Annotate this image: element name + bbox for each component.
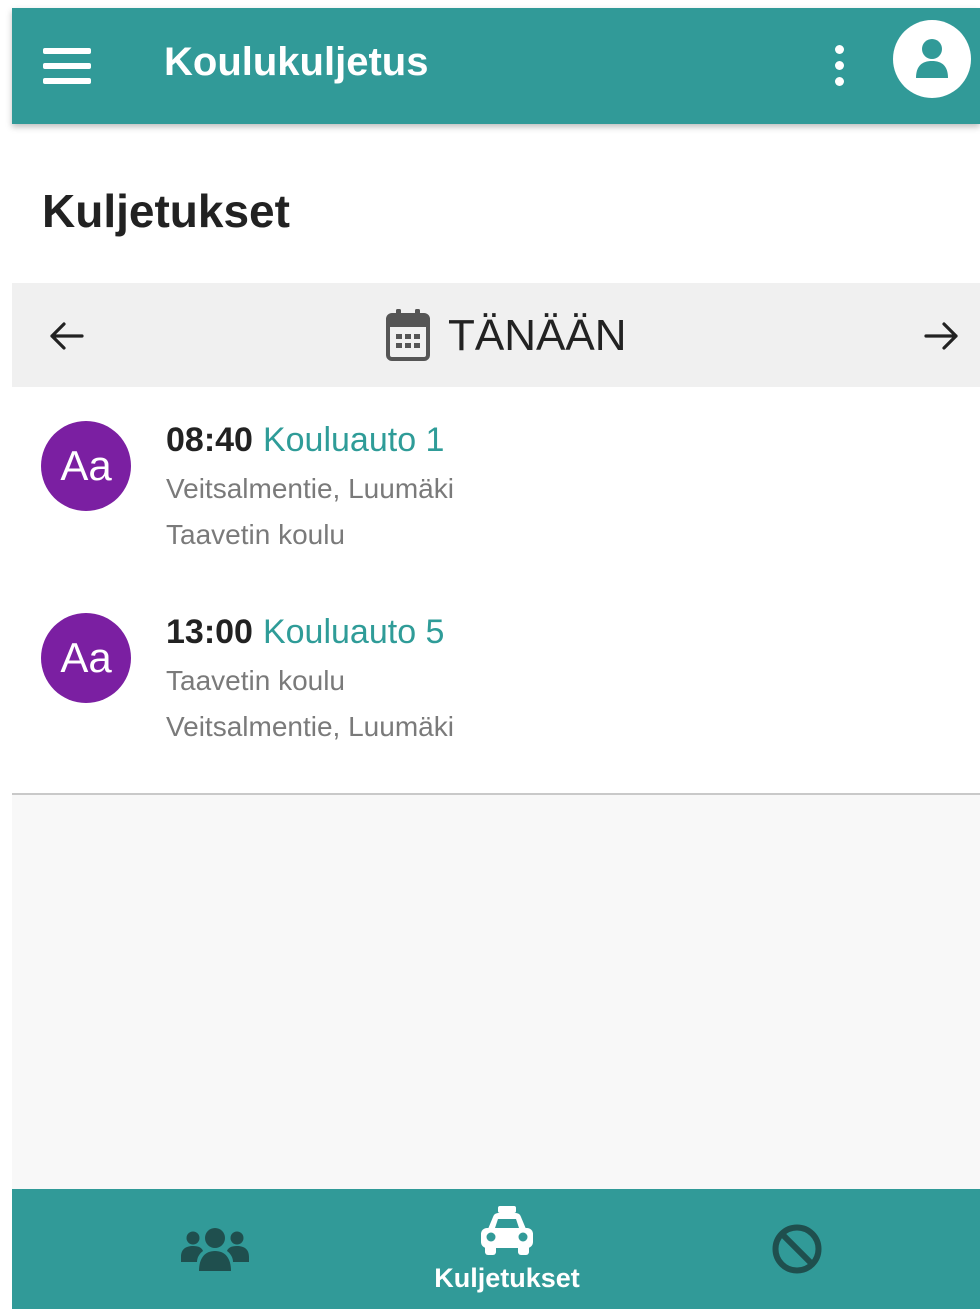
left-margin <box>0 0 12 1309</box>
trip-avatar: Aa <box>41 613 131 703</box>
trip-header: 13:00 Kouluauto 5 <box>166 610 444 661</box>
app-title: Koulukuljetus <box>164 40 429 84</box>
nav-item-label: Kuljetukset <box>434 1263 580 1293</box>
calendar-icon <box>386 309 430 361</box>
trip-vehicle: Kouluauto 5 <box>262 613 445 651</box>
trip-from: Taavetin koulu <box>166 665 346 696</box>
top-margin <box>0 0 980 8</box>
nav-item-cancel[interactable] <box>752 1189 842 1309</box>
trip-list-item[interactable]: Aa 13:00 Kouluauto 5 Taavetin koulu Veits… <box>12 606 980 786</box>
app-screen: Koulukuljetus Kuljetukset TÄNÄÄN Aa 08:4… <box>0 0 980 1309</box>
trip-to: Taavetin koulu <box>166 519 346 550</box>
page-title: Kuljetukset <box>42 185 290 237</box>
trip-from: Veitsalmentie, Luumäki <box>166 473 454 504</box>
trip-vehicle: Kouluauto 1 <box>262 421 445 459</box>
bottom-navigation: Kuljetukset <box>12 1189 980 1309</box>
trip-avatar: Aa <box>41 421 131 511</box>
menu-icon[interactable] <box>43 46 91 86</box>
nav-item-users[interactable] <box>162 1189 272 1309</box>
car-icon <box>481 1206 533 1255</box>
ban-icon <box>772 1224 822 1274</box>
users-icon <box>181 1228 249 1271</box>
date-navigator: TÄNÄÄN <box>12 283 980 387</box>
main-content: Kuljetukset TÄNÄÄN Aa 08:40 Kouluauto 1 … <box>12 124 980 795</box>
app-bar: Koulukuljetus <box>12 8 980 124</box>
more-vertical-icon[interactable] <box>830 44 850 88</box>
arrow-right-icon[interactable] <box>922 316 962 356</box>
trip-header: 08:40 Kouluauto 1 <box>166 418 444 469</box>
trip-to: Veitsalmentie, Luumäki <box>166 711 454 742</box>
account-icon[interactable] <box>893 20 971 98</box>
date-label: TÄNÄÄN <box>448 311 627 360</box>
trip-list-item[interactable]: Aa 08:40 Kouluauto 1 Veitsalmentie, Luumä… <box>12 414 980 594</box>
trip-time: 08:40 <box>166 421 253 459</box>
arrow-left-icon[interactable] <box>46 316 86 356</box>
trip-time: 13:00 <box>166 613 253 651</box>
nav-item-kuljetukset[interactable]: Kuljetukset <box>412 1189 602 1309</box>
